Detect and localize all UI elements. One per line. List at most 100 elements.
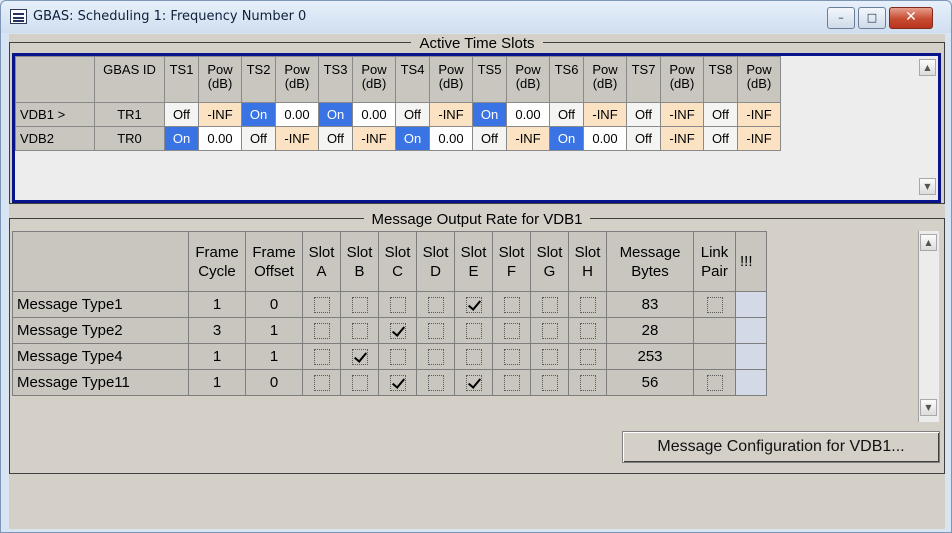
slot-checkbox[interactable]: [579, 374, 596, 391]
slot-cell: [530, 369, 569, 396]
slot-state-cell[interactable]: Off: [626, 126, 661, 151]
slot-state-cell[interactable]: Off: [318, 126, 353, 151]
slot-power-cell[interactable]: 0.00: [275, 102, 319, 127]
slot-checkbox[interactable]: [579, 348, 596, 365]
slot-power-cell[interactable]: -INF: [583, 102, 627, 127]
slot-state-cell[interactable]: Off: [472, 126, 507, 151]
slot-power-cell[interactable]: -INF: [275, 126, 319, 151]
slot-checkbox[interactable]: [427, 348, 444, 365]
scroll-down-arrow[interactable]: ▼: [920, 399, 937, 416]
frame-offset-cell[interactable]: 0: [245, 369, 303, 396]
slot-checkbox[interactable]: [541, 374, 558, 391]
slot-state-cell[interactable]: Off: [703, 102, 738, 127]
slot-power-cell[interactable]: 0.00: [583, 126, 627, 151]
scroll-up-arrow[interactable]: ▲: [919, 59, 936, 76]
slot-checkbox[interactable]: [503, 374, 520, 391]
slot-checkbox[interactable]: [503, 322, 520, 339]
slot-power-cell[interactable]: -INF: [737, 126, 781, 151]
link-pair-checkbox[interactable]: [706, 296, 723, 313]
message-bytes-cell[interactable]: 28: [606, 317, 694, 344]
slot-state-cell[interactable]: On: [549, 126, 584, 151]
slot-power-cell[interactable]: -INF: [660, 126, 704, 151]
title-bar[interactable]: GBAS: Scheduling 1: Frequency Number 0 –…: [1, 1, 951, 33]
slot-checkbox[interactable]: [541, 296, 558, 313]
slot-power-cell[interactable]: -INF: [198, 102, 242, 127]
slot-checkbox[interactable]: [579, 322, 596, 339]
slot-checkbox[interactable]: [503, 296, 520, 313]
slot-checkbox[interactable]: [351, 374, 368, 391]
slot-state-cell[interactable]: Off: [626, 102, 661, 127]
slot-state-cell[interactable]: Off: [703, 126, 738, 151]
slot-power-cell[interactable]: -INF: [429, 102, 473, 127]
slot-power-cell[interactable]: 0.00: [506, 102, 550, 127]
vertical-scrollbar[interactable]: ▲ ▼: [918, 231, 939, 422]
slot-checkbox-checked[interactable]: [465, 296, 482, 313]
frame-cycle-cell[interactable]: 3: [188, 317, 246, 344]
slot-checkbox-checked[interactable]: [465, 374, 482, 391]
pow-header: Pow (dB): [506, 56, 550, 103]
frame-offset-cell[interactable]: 1: [245, 317, 303, 344]
slot-checkbox[interactable]: [351, 296, 368, 313]
slot-power-cell[interactable]: 0.00: [198, 126, 242, 151]
slot-checkbox[interactable]: [313, 374, 330, 391]
slot-checkbox[interactable]: [503, 348, 520, 365]
scroll-up-arrow[interactable]: ▲: [920, 234, 937, 251]
slot-checkbox[interactable]: [389, 296, 406, 313]
slot-power-cell[interactable]: -INF: [506, 126, 550, 151]
slot-checkbox[interactable]: [313, 322, 330, 339]
slot-cell: [454, 317, 493, 344]
slot-state-cell[interactable]: On: [472, 102, 507, 127]
slot-state-cell[interactable]: Off: [241, 126, 276, 151]
app-icon: [10, 9, 27, 24]
frame-offset-cell[interactable]: 0: [245, 291, 303, 318]
frame-cycle-cell[interactable]: 1: [188, 291, 246, 318]
slot-state-cell[interactable]: On: [164, 126, 199, 151]
slot-state-cell[interactable]: On: [395, 126, 430, 151]
slot-checkbox-checked[interactable]: [389, 374, 406, 391]
slot-state-cell[interactable]: On: [241, 102, 276, 127]
slot-checkbox[interactable]: [541, 322, 558, 339]
slot-checkbox[interactable]: [427, 322, 444, 339]
slot-checkbox[interactable]: [351, 322, 368, 339]
slot-state-cell[interactable]: Off: [164, 102, 199, 127]
frame-cycle-cell[interactable]: 1: [188, 343, 246, 370]
slot-checkbox[interactable]: [313, 296, 330, 313]
corner-cell: [15, 56, 95, 103]
minimize-button[interactable]: –: [827, 7, 855, 29]
slot-checkbox-checked[interactable]: [351, 348, 368, 365]
slot-checkbox[interactable]: [465, 348, 482, 365]
scroll-down-arrow[interactable]: ▼: [919, 178, 936, 195]
slot-checkbox-checked[interactable]: [389, 322, 406, 339]
slot-power-cell[interactable]: 0.00: [352, 102, 396, 127]
slot-checkbox[interactable]: [313, 348, 330, 365]
message-configuration-button[interactable]: Message Configuration for VDB1...: [622, 431, 940, 463]
frame-offset-header: Frame Offset: [245, 231, 303, 292]
slot-checkbox[interactable]: [389, 348, 406, 365]
vdb-row-label[interactable]: VDB2: [15, 126, 95, 151]
gbas-id-cell[interactable]: TR0: [94, 126, 165, 151]
slot-state-cell[interactable]: Off: [549, 102, 584, 127]
slot-checkbox[interactable]: [541, 348, 558, 365]
slot-checkbox[interactable]: [427, 374, 444, 391]
slot-power-cell[interactable]: -INF: [737, 102, 781, 127]
slot-state-cell[interactable]: On: [318, 102, 353, 127]
vdb-row-label[interactable]: VDB1 >: [15, 102, 95, 127]
link-pair-checkbox[interactable]: [706, 374, 723, 391]
slot-power-cell[interactable]: -INF: [352, 126, 396, 151]
message-bytes-cell[interactable]: 253: [606, 343, 694, 370]
slot-checkbox[interactable]: [579, 296, 596, 313]
close-button[interactable]: ✕: [889, 7, 933, 29]
slot-checkbox[interactable]: [427, 296, 444, 313]
slot-checkbox[interactable]: [465, 322, 482, 339]
gbas-id-cell[interactable]: TR1: [94, 102, 165, 127]
slot-power-cell[interactable]: -INF: [660, 102, 704, 127]
message-bytes-cell[interactable]: 56: [606, 369, 694, 396]
message-bytes-cell[interactable]: 83: [606, 291, 694, 318]
slot-power-cell[interactable]: 0.00: [429, 126, 473, 151]
frame-offset-cell[interactable]: 1: [245, 343, 303, 370]
slot-state-cell[interactable]: Off: [395, 102, 430, 127]
maximize-button[interactable]: □: [858, 7, 886, 29]
slot-header: Slot F: [492, 231, 531, 292]
frame-cycle-cell[interactable]: 1: [188, 369, 246, 396]
ts-header: TS3: [318, 56, 353, 103]
